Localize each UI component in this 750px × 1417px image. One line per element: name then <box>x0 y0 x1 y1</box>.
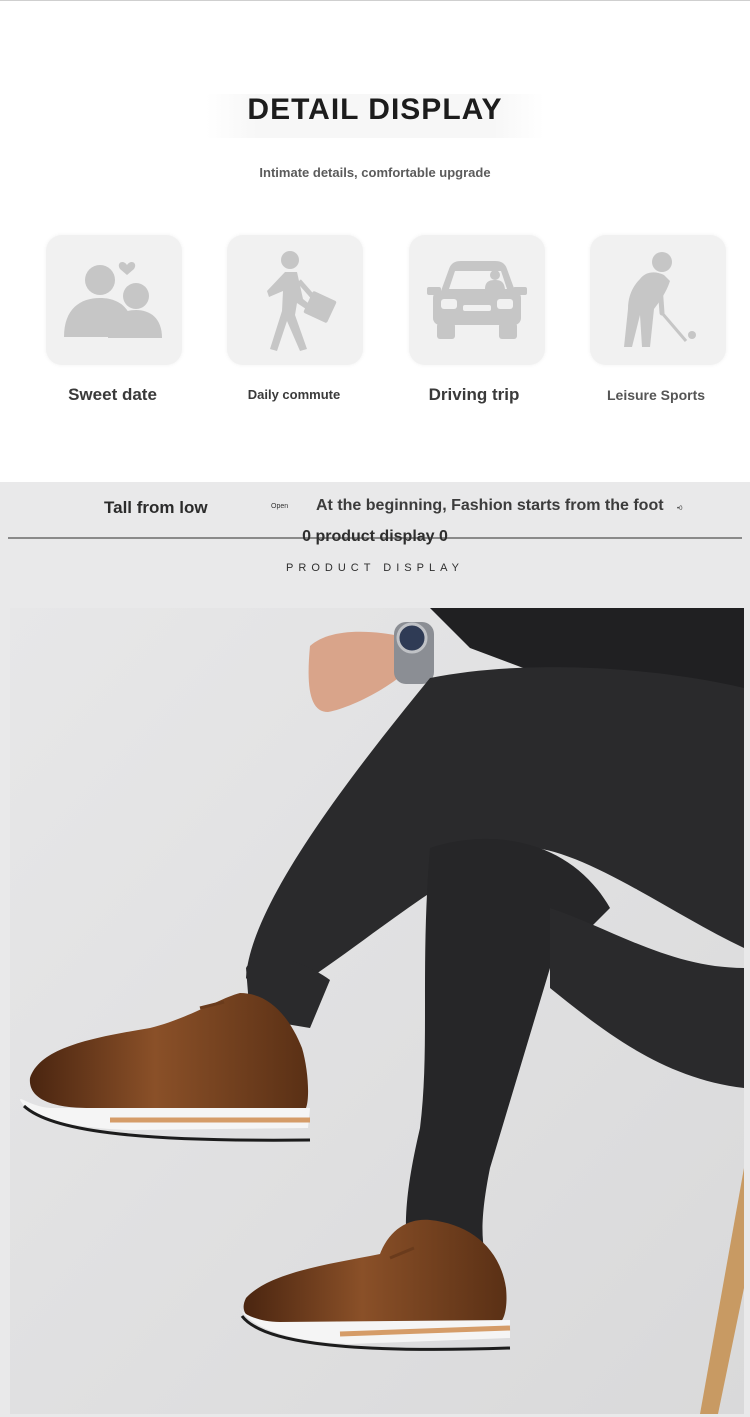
scenario-tile-sweet-date <box>46 235 182 365</box>
product-photo <box>10 608 744 1414</box>
couple-heart-icon <box>64 262 162 338</box>
walking-briefcase-icon <box>267 251 337 351</box>
car-icon <box>427 261 527 339</box>
tagline-right: At the beginning, Fashion starts from th… <box>316 497 664 514</box>
detail-subtitle: Intimate details, comfortable upgrade <box>259 165 491 180</box>
product-heading: 0 product display 0 <box>302 528 448 545</box>
scenario-label-driving-trip: Driving trip <box>428 385 520 404</box>
tagline-left: Tall from low <box>104 498 208 517</box>
scenario-tile-driving-trip <box>409 235 545 365</box>
golfer-icon <box>624 252 696 347</box>
shoe-model-illustration <box>10 608 744 1414</box>
scenario-tile-daily-commute <box>227 235 363 365</box>
detail-display-section: DETAIL DISPLAY Intimate details, comfort… <box>0 1 750 482</box>
detail-title: DETAIL DISPLAY <box>247 93 503 126</box>
scenario-label-sweet-date: Sweet date <box>68 385 157 404</box>
tagline-open: Open <box>271 503 289 510</box>
product-subheading: PRODUCT DISPLAY <box>286 562 464 574</box>
scenario-tile-leisure-sports <box>590 235 726 365</box>
scenario-label-daily-commute: Daily commute <box>247 387 341 402</box>
product-display-section: Tall from low Open At the beginning, Fas… <box>0 482 750 1417</box>
scenario-label-leisure-sports: Leisure Sports <box>606 387 706 403</box>
tagline-mark: •0 <box>677 506 683 512</box>
